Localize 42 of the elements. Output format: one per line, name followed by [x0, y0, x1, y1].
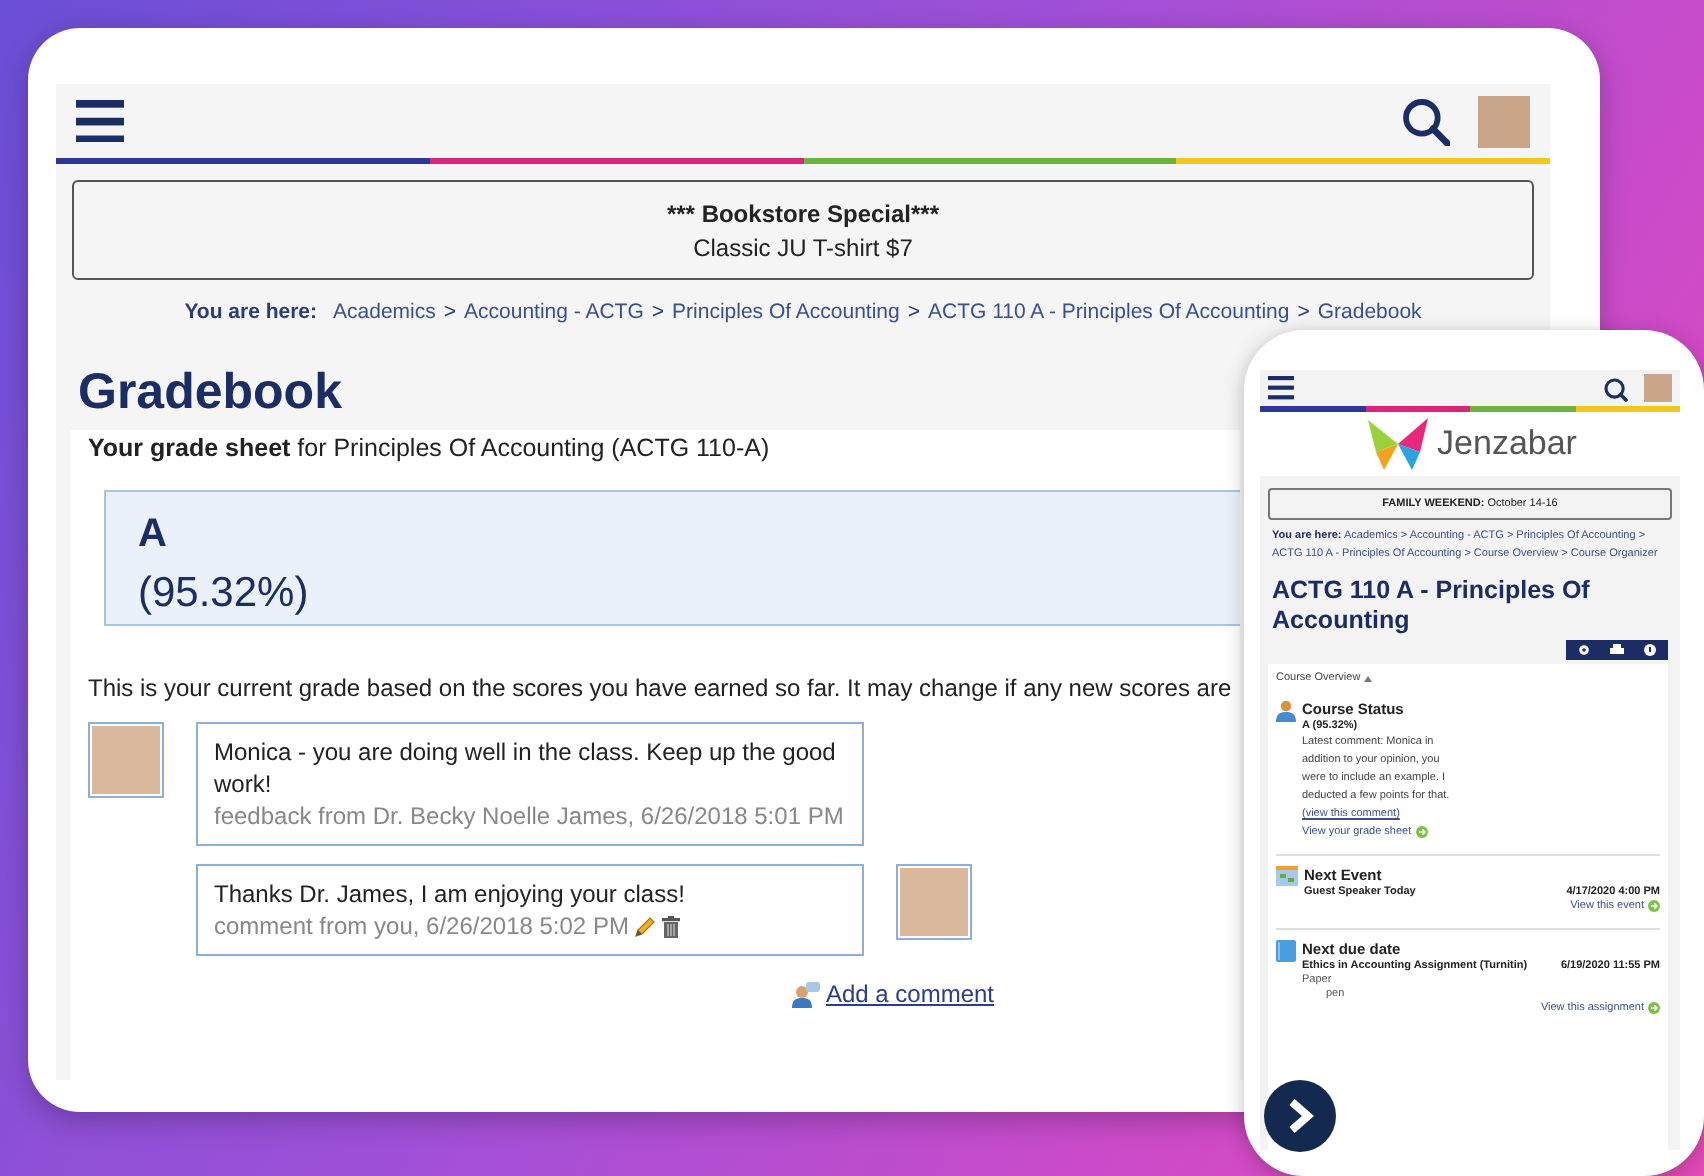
trash-icon[interactable] — [662, 915, 681, 937]
chevron-icon — [1286, 1098, 1314, 1134]
calendar-icon — [1276, 866, 1298, 886]
book-icon — [1276, 940, 1296, 962]
arrow-icon — [1648, 1002, 1660, 1014]
grade-note: This is your current grade based on the scores you have earned so far. It may change if any new scores are — [88, 674, 1234, 702]
breadcrumb-separator: > — [1297, 300, 1310, 324]
pencil-icon[interactable] — [634, 915, 657, 937]
breadcrumb-link[interactable]: ACTG 110 A - Principles Of Accounting — [927, 300, 1290, 324]
page-title: Gradebook — [78, 364, 342, 422]
person-comment-icon — [791, 981, 820, 1007]
add-comment-link[interactable]: Add a comment — [825, 980, 994, 1008]
breadcrumb-label: You are here: — [184, 300, 318, 324]
page-title: ACTG 110 A - Principles Of Accounting — [1272, 576, 1592, 636]
person-icon — [1276, 700, 1296, 722]
arrow-icon — [1648, 900, 1660, 912]
announcement-title: *** Bookstore Special*** — [666, 199, 940, 227]
breadcrumb-separator: > — [651, 300, 665, 324]
caret-icon[interactable] — [1364, 675, 1373, 681]
grade-percent: (95.32%) — [138, 570, 309, 618]
breadcrumb-link[interactable]: Academics — [333, 300, 436, 324]
breadcrumb-link[interactable]: Gradebook — [1317, 300, 1422, 324]
announcement-text: Classic JU T-shirt $7 — [693, 233, 913, 261]
arrow-icon — [1415, 826, 1428, 838]
menu-icon[interactable] — [76, 99, 124, 143]
gear-icon[interactable] — [1578, 644, 1590, 656]
butterfly-logo-icon — [1363, 416, 1432, 472]
menu-icon[interactable] — [1268, 376, 1294, 400]
breadcrumb-separator: > — [443, 300, 457, 324]
comment-meta: comment from you, 6/26/2018 5:02 PM — [214, 910, 629, 942]
search-icon[interactable] — [1402, 97, 1450, 145]
printer-icon[interactable] — [1610, 644, 1624, 656]
grade-sheet-heading: Your grade sheet for Principles Of Accounting (ACTG 110-A) — [88, 434, 772, 462]
breadcrumb-link[interactable]: Accounting - ACTG — [464, 300, 644, 324]
search-icon[interactable] — [1602, 375, 1628, 401]
comment-meta: feedback from Dr. Becky Noelle James, 6/26/2018 5:01 PM — [214, 800, 844, 832]
breadcrumb-link[interactable]: Principles Of Accounting — [672, 300, 900, 324]
logo-text: Jenzabar — [1437, 424, 1577, 464]
breadcrumb-separator: > — [907, 300, 920, 324]
comment-text: Monica - you are doing well in the class. Keep up the good work! — [214, 736, 838, 800]
grade-letter: A — [138, 512, 167, 558]
comment-text: Thanks Dr. James, I am enjoying your class! — [214, 878, 687, 910]
